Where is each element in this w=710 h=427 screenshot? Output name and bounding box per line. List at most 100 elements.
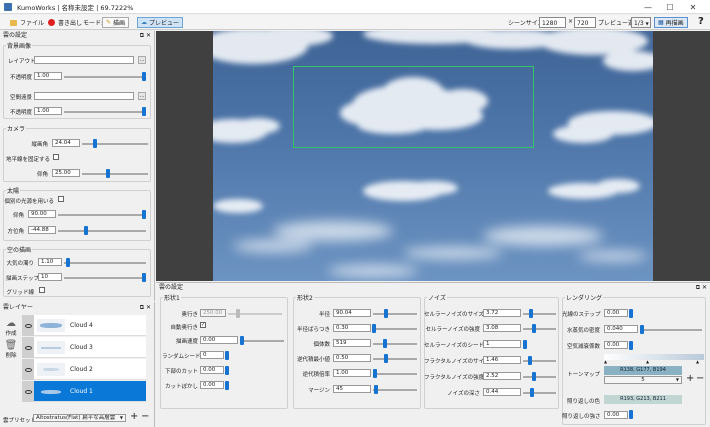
pitch-input[interactable]: 25.00 xyxy=(52,169,80,177)
light-atten-input[interactable]: 0.00 xyxy=(604,341,628,349)
slider-handle[interactable] xyxy=(528,356,532,365)
steps-slider[interactable] xyxy=(64,277,146,279)
cell-strength-input[interactable]: 3.08 xyxy=(483,324,521,332)
azimuth-slider[interactable] xyxy=(58,230,146,232)
layer-row-selected[interactable]: Cloud 1 xyxy=(22,381,146,402)
selection-rectangle[interactable] xyxy=(293,66,534,148)
add-preset-button[interactable]: + xyxy=(130,411,138,422)
cell-strength-slider[interactable] xyxy=(523,328,556,330)
scene-width-input[interactable]: 1280 xyxy=(539,17,566,28)
fractal-strength-slider[interactable] xyxy=(523,376,556,378)
slider-handle[interactable] xyxy=(225,366,229,375)
light-steps-input[interactable]: 0.00 xyxy=(604,309,628,317)
slider-handle[interactable] xyxy=(374,385,378,394)
panel-float-close-icons[interactable]: ⧉ ✕ xyxy=(696,283,707,292)
preset-dropdown[interactable]: Altostratus(Flat) 扁平な高層雲 ▼ xyxy=(33,414,126,422)
min-scale-slider[interactable] xyxy=(373,358,417,360)
noise-depth-input[interactable]: 0.44 xyxy=(483,388,521,396)
slider-handle[interactable] xyxy=(629,341,633,350)
backlight-color-swatch[interactable]: R193, G213, B211 xyxy=(604,395,682,404)
gradient-stop-icon[interactable]: ▲ xyxy=(696,359,699,364)
browse-button[interactable]: ... xyxy=(138,56,146,64)
panel-float-close-icons[interactable]: ⧉ ✕ xyxy=(140,31,151,40)
gradient-stop-icon[interactable]: ▲ xyxy=(604,359,607,364)
random-seed-input[interactable]: 0 xyxy=(200,351,224,359)
export-button[interactable]: 書き出し xyxy=(44,17,86,28)
slider-handle[interactable] xyxy=(93,139,97,148)
slider-handle[interactable] xyxy=(240,336,244,345)
scale-input[interactable]: 1.00 xyxy=(333,369,371,377)
tone-color-swatch[interactable]: R138, G177, B194 xyxy=(604,366,682,375)
remove-preset-button[interactable]: − xyxy=(141,411,149,422)
visibility-eye-icon[interactable] xyxy=(22,337,34,358)
slider-handle[interactable] xyxy=(384,354,388,363)
slider-handle[interactable] xyxy=(640,325,644,334)
auto-depth-checkbox[interactable]: ✓ xyxy=(200,322,206,328)
slider-handle[interactable] xyxy=(84,226,88,235)
fractal-size-input[interactable]: 1.46 xyxy=(483,356,521,364)
density-slider[interactable] xyxy=(373,343,417,345)
radius-var-slider[interactable] xyxy=(373,328,417,330)
slider-handle[interactable] xyxy=(142,72,146,81)
slider-handle[interactable] xyxy=(629,410,633,419)
azimuth-input[interactable]: -44.88 xyxy=(28,226,56,234)
elevation-slider[interactable] xyxy=(58,214,146,216)
fov-slider[interactable] xyxy=(82,143,148,145)
radius-input[interactable]: 90.04 xyxy=(333,309,371,317)
browse-button[interactable]: ... xyxy=(138,92,146,100)
density-input[interactable]: 519 xyxy=(333,339,371,347)
slider-handle[interactable] xyxy=(529,309,533,318)
fov-input[interactable]: 24.04 xyxy=(52,139,80,147)
slider-handle[interactable] xyxy=(142,273,146,282)
layer-row[interactable]: Cloud 2 xyxy=(22,359,146,380)
slider-handle[interactable] xyxy=(142,107,146,116)
close-button[interactable]: ✕ xyxy=(683,0,703,14)
backlight-strength-input[interactable]: 0.00 xyxy=(604,411,628,419)
opacity-slider-2[interactable] xyxy=(64,111,146,113)
minimize-button[interactable]: — xyxy=(638,0,658,14)
file-menu-button[interactable]: ファイル xyxy=(6,17,48,28)
layer-row[interactable]: Cloud 3 xyxy=(22,337,146,358)
panel-float-close-icons[interactable]: ⧉ ✕ xyxy=(140,303,151,312)
slider-handle[interactable] xyxy=(372,324,376,333)
margin-slider[interactable] xyxy=(373,389,417,391)
sun-light-checkbox[interactable] xyxy=(58,196,64,202)
radius-var-input[interactable]: 0.30 xyxy=(333,324,371,332)
steps-input[interactable]: 10 xyxy=(38,273,62,281)
cell-size-input[interactable]: 3.72 xyxy=(483,309,521,317)
slider-handle[interactable] xyxy=(142,210,146,219)
visibility-eye-icon[interactable] xyxy=(22,381,34,402)
tonemap-gradient-bar[interactable] xyxy=(604,354,704,360)
preview-viewport[interactable] xyxy=(156,31,710,281)
slider-handle[interactable] xyxy=(629,309,633,318)
slider-handle[interactable] xyxy=(225,351,229,360)
elevation-input[interactable]: 90.00 xyxy=(28,210,56,218)
add-tone-button[interactable]: + xyxy=(686,373,694,384)
draw-mode-button[interactable]: ✎ 描画 xyxy=(102,17,130,28)
fractal-strength-input[interactable]: 2.52 xyxy=(483,372,521,380)
redraw-button[interactable]: ▦ 再描画 xyxy=(654,17,688,28)
opacity-input-2[interactable]: 1.00 xyxy=(34,107,62,115)
space-image-field[interactable] xyxy=(34,92,134,100)
opacity-slider-1[interactable] xyxy=(64,76,146,78)
bottom-cut-input[interactable]: 0.00 xyxy=(200,366,224,374)
layout-image-field[interactable] xyxy=(34,56,134,64)
preview-select-dropdown[interactable]: 1/3 ▼ xyxy=(631,17,651,28)
remove-tone-button[interactable]: − xyxy=(696,373,704,384)
delete-layer-button[interactable]: 🗑 削除 xyxy=(3,340,19,359)
draw-speed-slider[interactable] xyxy=(240,340,284,342)
scale-slider[interactable] xyxy=(373,373,417,375)
vapor-density-slider[interactable] xyxy=(640,329,702,331)
cell-size-slider[interactable] xyxy=(523,313,556,315)
draw-speed-input[interactable]: 0.00 xyxy=(200,336,238,344)
slider-handle[interactable] xyxy=(384,309,388,318)
slider-handle[interactable] xyxy=(225,381,229,390)
slider-handle[interactable] xyxy=(373,369,377,378)
tone-value-dropdown[interactable]: 5 ▼ xyxy=(604,376,682,384)
slider-handle[interactable] xyxy=(66,258,70,267)
slider-handle[interactable] xyxy=(530,388,534,397)
cut-blur-input[interactable]: 0.00 xyxy=(200,381,224,389)
slider-handle[interactable] xyxy=(383,339,387,348)
vapor-density-input[interactable]: 0.040 xyxy=(604,325,638,333)
slider-handle[interactable] xyxy=(532,324,536,333)
